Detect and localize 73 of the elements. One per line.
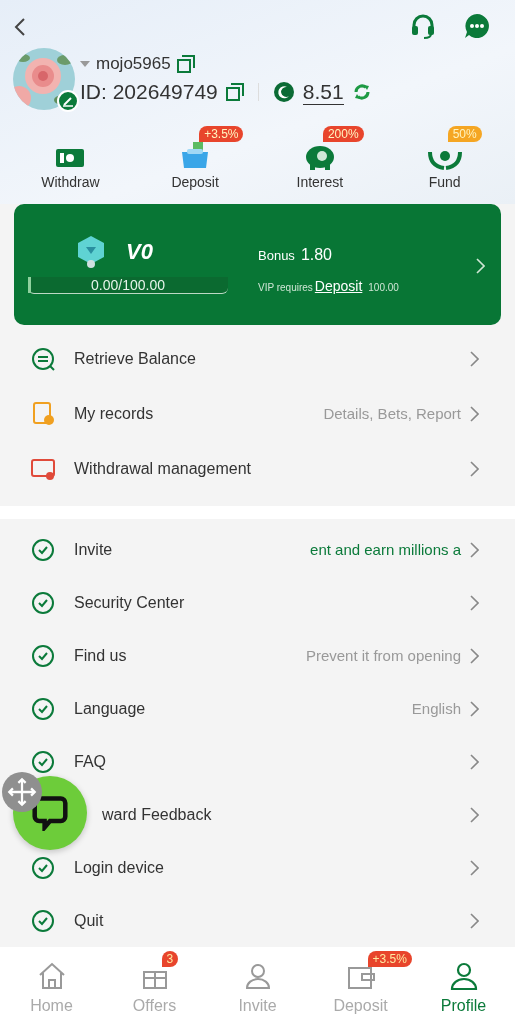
menu-item[interactable]: Withdrawal management [0, 441, 515, 497]
badge: +3.5% [199, 126, 244, 142]
menu-value: Prevent it from opening [305, 647, 461, 665]
menu-label: FAQ [74, 752, 106, 771]
menu-label: Security Center [74, 593, 185, 612]
menu-item[interactable]: ward Feedback [0, 788, 515, 842]
badge: 200% [322, 126, 364, 142]
quick-action-button[interactable]: 200% Interest [264, 124, 375, 190]
chevron-right-icon [469, 647, 479, 664]
chevron-right-icon [469, 806, 479, 823]
chevron-right-icon [469, 912, 479, 929]
bonus-label: Bonus [258, 247, 295, 263]
menu-label: Invite [74, 540, 113, 559]
chevron-right-icon [469, 405, 479, 422]
menu-item[interactable]: Invite ent and earn millions a [0, 523, 515, 577]
gem-badge-icon [76, 235, 106, 270]
menu-label: Language [74, 699, 146, 718]
coin-icon [272, 81, 295, 103]
menu-item[interactable]: FAQ [0, 735, 515, 789]
chevron-right-icon [469, 859, 479, 876]
chevron-right-icon [469, 594, 479, 611]
quick-action-button[interactable]: +3.5% Deposit [140, 124, 251, 190]
requirement-label: VIP requires [258, 281, 313, 293]
menu-label: Find us [74, 646, 127, 665]
dropdown-caret-icon[interactable] [80, 60, 90, 67]
quick-action-button[interactable]: Withdraw [15, 124, 126, 190]
progress-text: 0.00/100.00 [90, 277, 166, 294]
menu-label: Withdrawal management [74, 459, 251, 478]
move-handle-icon[interactable] [2, 772, 42, 812]
bonus-value: 1.80 [300, 245, 332, 264]
badge: 50% [447, 126, 482, 142]
menu-value: Details, Bets, Report [323, 405, 461, 423]
deposit-link[interactable]: Deposit [314, 277, 363, 294]
speech-bubble-icon [32, 795, 68, 831]
user-id: ID: 202649749 [80, 80, 218, 104]
back-icon[interactable] [14, 17, 26, 37]
menu-value: ent and earn millions a [310, 541, 461, 559]
chevron-right-icon [469, 460, 479, 477]
menu-label: Retrieve Balance [74, 349, 196, 368]
nav-tab[interactable]: Profile [415, 949, 512, 1018]
menu-label: My records [74, 404, 154, 423]
chat-icon[interactable] [463, 12, 491, 40]
menu-label: Login device [74, 858, 164, 877]
username: mojo5965 [96, 53, 171, 74]
quick-action-button[interactable]: 50% Fund [389, 124, 500, 190]
document-icon [30, 400, 56, 427]
chevron-right-icon [469, 541, 479, 558]
copy-icon[interactable] [225, 83, 244, 101]
menu-item[interactable]: Find us Prevent it from opening [0, 629, 515, 683]
menu-item[interactable]: Retrieve Balance [0, 331, 515, 387]
requirement-amount: 100.00 [368, 281, 399, 293]
menu-item[interactable]: Quit [0, 894, 515, 948]
chevron-right-icon [469, 753, 479, 770]
headset-icon[interactable] [409, 12, 437, 40]
chevron-right-icon [469, 700, 479, 717]
menu-value: English [411, 700, 461, 718]
vip-level: V0 [126, 239, 153, 266]
menu-item[interactable]: Language English [0, 682, 515, 736]
vip-card[interactable]: V0 0.00/100.00 Bonus 1.80 VIP requires Deposit 100.00 [14, 204, 501, 326]
menu-item[interactable]: Login device [0, 841, 515, 895]
menu-item[interactable]: My records Details, Bets, Report [0, 386, 515, 442]
copy-icon[interactable] [176, 54, 195, 73]
menu-label: Quit [74, 911, 104, 930]
badge: +3.5% [367, 951, 412, 968]
banknote-icon [55, 146, 86, 170]
menu-label: ward Feedback [102, 805, 212, 824]
chevron-right-icon [469, 350, 479, 367]
coin-search-icon [30, 345, 56, 372]
badge: 3 [161, 951, 179, 968]
menu-item[interactable]: Security Center [0, 576, 515, 630]
edit-icon[interactable] [57, 90, 79, 112]
balance: 8.51 [302, 79, 344, 105]
chevron-right-icon [475, 258, 485, 274]
